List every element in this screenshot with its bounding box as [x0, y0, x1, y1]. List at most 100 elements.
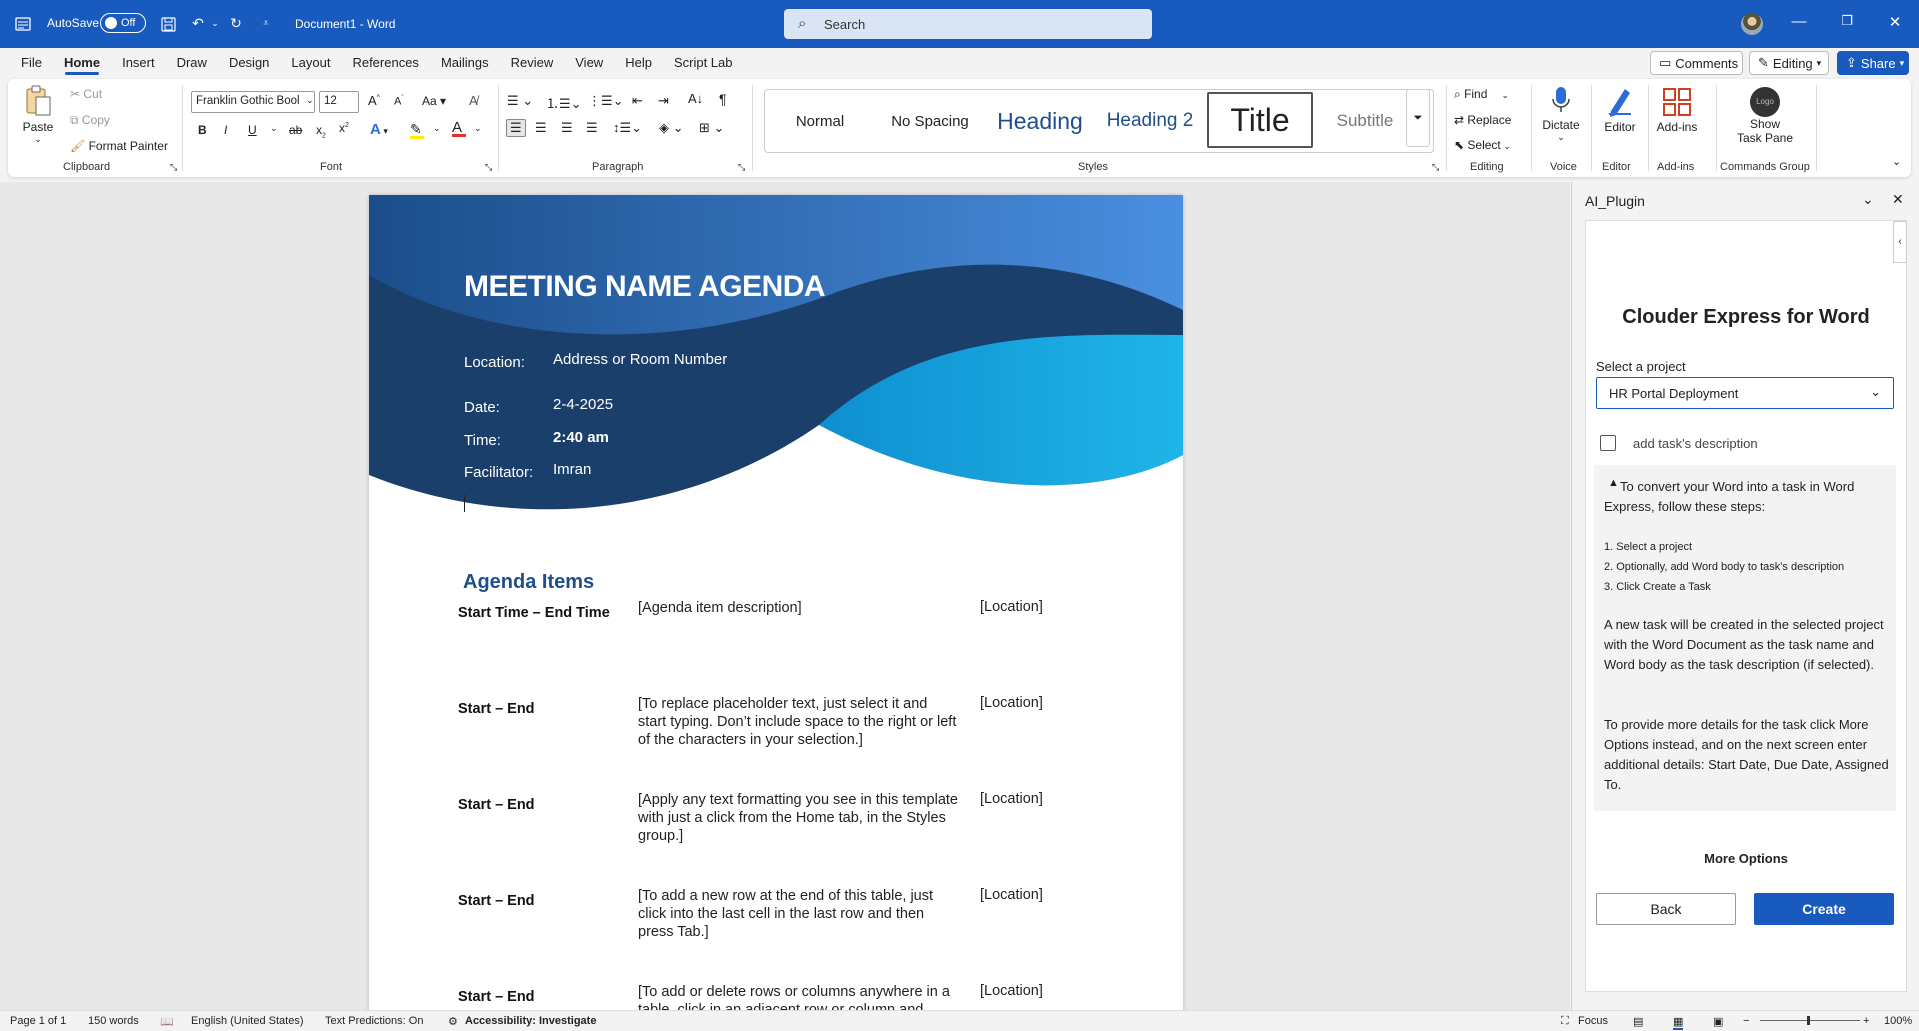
- zoom-out-icon[interactable]: −: [1743, 1015, 1749, 1027]
- change-case-icon[interactable]: Aa ▾: [422, 94, 446, 108]
- tab-layout[interactable]: Layout: [280, 48, 341, 78]
- align-center-icon[interactable]: ☰: [535, 120, 547, 136]
- borders-icon[interactable]: ⊞ ⌄: [699, 120, 724, 136]
- replace-button[interactable]: ⇄ Replace: [1454, 113, 1511, 127]
- dictate-button[interactable]: Dictate ⌄: [1538, 85, 1584, 143]
- print-layout-icon[interactable]: ▦: [1673, 1015, 1684, 1030]
- word-app-icon[interactable]: [12, 13, 34, 35]
- clear-formatting-icon[interactable]: A̸: [469, 93, 478, 108]
- proofing-icon[interactable]: 📖: [160, 1015, 174, 1028]
- underline-icon[interactable]: U: [248, 123, 257, 137]
- agenda-row-time[interactable]: Start Time – End Time: [458, 605, 610, 621]
- tab-insert[interactable]: Insert: [111, 48, 166, 78]
- shrink-font-icon[interactable]: Aˇ: [394, 95, 404, 108]
- style-title[interactable]: Title: [1207, 92, 1313, 148]
- more-options-button[interactable]: More Options: [1586, 851, 1906, 866]
- agenda-row-time[interactable]: Start – End: [458, 893, 535, 909]
- tab-help[interactable]: Help: [614, 48, 663, 78]
- multilevel-list-icon[interactable]: ⋮☰⌄: [588, 93, 624, 109]
- page-count[interactable]: Page 1 of 1: [10, 1015, 66, 1027]
- font-name-select[interactable]: Franklin Gothic Bool: [191, 91, 315, 113]
- tab-home[interactable]: Home: [53, 48, 111, 78]
- agenda-row-location[interactable]: [Location]: [980, 791, 1043, 807]
- minimize-icon[interactable]: —: [1787, 13, 1811, 35]
- collapse-tab[interactable]: ‹: [1893, 221, 1907, 263]
- tab-draw[interactable]: Draw: [166, 48, 218, 78]
- chevron-down-icon[interactable]: ⌄: [270, 123, 278, 134]
- web-layout-icon[interactable]: ▣: [1713, 1015, 1723, 1028]
- chevron-down-icon[interactable]: ⌄: [474, 123, 482, 134]
- avatar[interactable]: [1741, 13, 1763, 35]
- agenda-row-desc[interactable]: [To replace placeholder text, just selec…: [638, 695, 958, 749]
- format-painter-button[interactable]: 🖌 Format Painter: [70, 139, 168, 153]
- paste-button[interactable]: Paste ⌄: [18, 85, 58, 153]
- document-canvas[interactable]: MEETING NAME AGENDA Location: Address or…: [0, 182, 1570, 1010]
- agenda-row-location[interactable]: [Location]: [980, 887, 1043, 903]
- create-button[interactable]: Create: [1754, 893, 1894, 925]
- close-icon[interactable]: ✕: [1883, 13, 1907, 35]
- accessibility-status[interactable]: Accessibility: Investigate: [465, 1015, 596, 1027]
- style-subtitle[interactable]: Subtitle: [1315, 90, 1415, 152]
- decrease-indent-icon[interactable]: ⇤: [632, 93, 643, 109]
- highlight-icon[interactable]: ✎: [410, 121, 424, 139]
- word-count[interactable]: 150 words: [88, 1015, 139, 1027]
- italic-icon[interactable]: I: [224, 123, 227, 137]
- dialog-launcher-icon[interactable]: ⤡: [485, 162, 492, 173]
- select-button[interactable]: ⬉ Select ⌄: [1454, 138, 1511, 152]
- document-page[interactable]: MEETING NAME AGENDA Location: Address or…: [369, 195, 1183, 1010]
- editing-mode-button[interactable]: ✎ Editing ▾: [1749, 51, 1829, 75]
- copy-button[interactable]: ⧉ Copy: [70, 113, 110, 128]
- comments-button[interactable]: ▭ Comments: [1650, 51, 1743, 75]
- date-value[interactable]: 2-4-2025: [553, 396, 613, 413]
- agenda-row-location[interactable]: [Location]: [980, 983, 1043, 999]
- subscript-icon[interactable]: x2: [316, 123, 326, 139]
- close-icon[interactable]: ✕: [1892, 191, 1904, 208]
- addins-button[interactable]: Add-ins: [1654, 87, 1700, 134]
- increase-indent-icon[interactable]: ⇥: [658, 93, 669, 109]
- agenda-row-desc[interactable]: [To add or delete rows or columns anywhe…: [638, 983, 958, 1010]
- find-button[interactable]: ⌕ Find ⌄: [1454, 87, 1509, 102]
- zoom-slider-thumb[interactable]: [1807, 1016, 1810, 1025]
- text-effects-icon[interactable]: A ▾: [370, 121, 388, 138]
- restore-icon[interactable]: ❐: [1835, 13, 1859, 35]
- chevron-down-icon[interactable]: ⌄: [433, 123, 441, 134]
- strikethrough-icon[interactable]: ab: [289, 123, 302, 137]
- shading-icon[interactable]: ◈ ⌄: [659, 120, 684, 136]
- collapse-ribbon-icon[interactable]: ⌄: [1892, 155, 1901, 168]
- read-mode-icon[interactable]: ▤: [1633, 1015, 1643, 1028]
- agenda-row-desc[interactable]: [To add a new row at the end of this tab…: [638, 887, 958, 941]
- tab-references[interactable]: References: [341, 48, 429, 78]
- bullets-icon[interactable]: ☰ ⌄: [507, 93, 533, 109]
- tab-view[interactable]: View: [564, 48, 614, 78]
- language[interactable]: English (United States): [191, 1015, 304, 1027]
- style-heading-2[interactable]: Heading 2: [1095, 90, 1205, 152]
- save-icon[interactable]: [157, 13, 179, 35]
- agenda-row-location[interactable]: [Location]: [980, 599, 1043, 615]
- agenda-row-desc[interactable]: [Apply any text formatting you see in th…: [638, 791, 958, 845]
- justify-icon[interactable]: ☰: [586, 120, 598, 136]
- style-heading[interactable]: Heading: [985, 90, 1095, 152]
- location-value[interactable]: Address or Room Number: [553, 351, 727, 368]
- dialog-launcher-icon[interactable]: ⤡: [1432, 162, 1439, 173]
- font-size-select[interactable]: 12: [319, 91, 359, 113]
- grow-font-icon[interactable]: A^: [368, 93, 380, 108]
- project-select[interactable]: HR Portal Deployment ⌄: [1596, 377, 1894, 409]
- sort-icon[interactable]: A↓: [688, 91, 703, 106]
- tab-review[interactable]: Review: [500, 48, 565, 78]
- line-spacing-icon[interactable]: ↕☰⌄: [613, 120, 642, 136]
- cut-button[interactable]: ✂ Cut: [70, 87, 102, 101]
- show-marks-icon[interactable]: ¶: [719, 91, 727, 107]
- undo-dropdown-icon[interactable]: ⌄: [204, 12, 226, 34]
- share-button[interactable]: ⇪ Share ▾: [1837, 51, 1909, 75]
- customize-toolbar-icon[interactable]: ⩡: [255, 12, 277, 34]
- back-button[interactable]: Back: [1596, 893, 1736, 925]
- chevron-down-icon[interactable]: ⌄: [1862, 191, 1874, 208]
- style-no-spacing[interactable]: No Spacing: [875, 90, 985, 152]
- show-task-pane-button[interactable]: Logo Show Task Pane: [1720, 87, 1810, 145]
- font-color-icon[interactable]: A: [452, 119, 466, 137]
- agenda-row-time[interactable]: Start – End: [458, 989, 535, 1005]
- style-normal[interactable]: Normal: [765, 90, 875, 152]
- numbering-icon[interactable]: ⒈☰⌄: [546, 93, 582, 112]
- align-left-icon[interactable]: ☰: [506, 119, 526, 137]
- zoom-level[interactable]: 100%: [1884, 1015, 1912, 1027]
